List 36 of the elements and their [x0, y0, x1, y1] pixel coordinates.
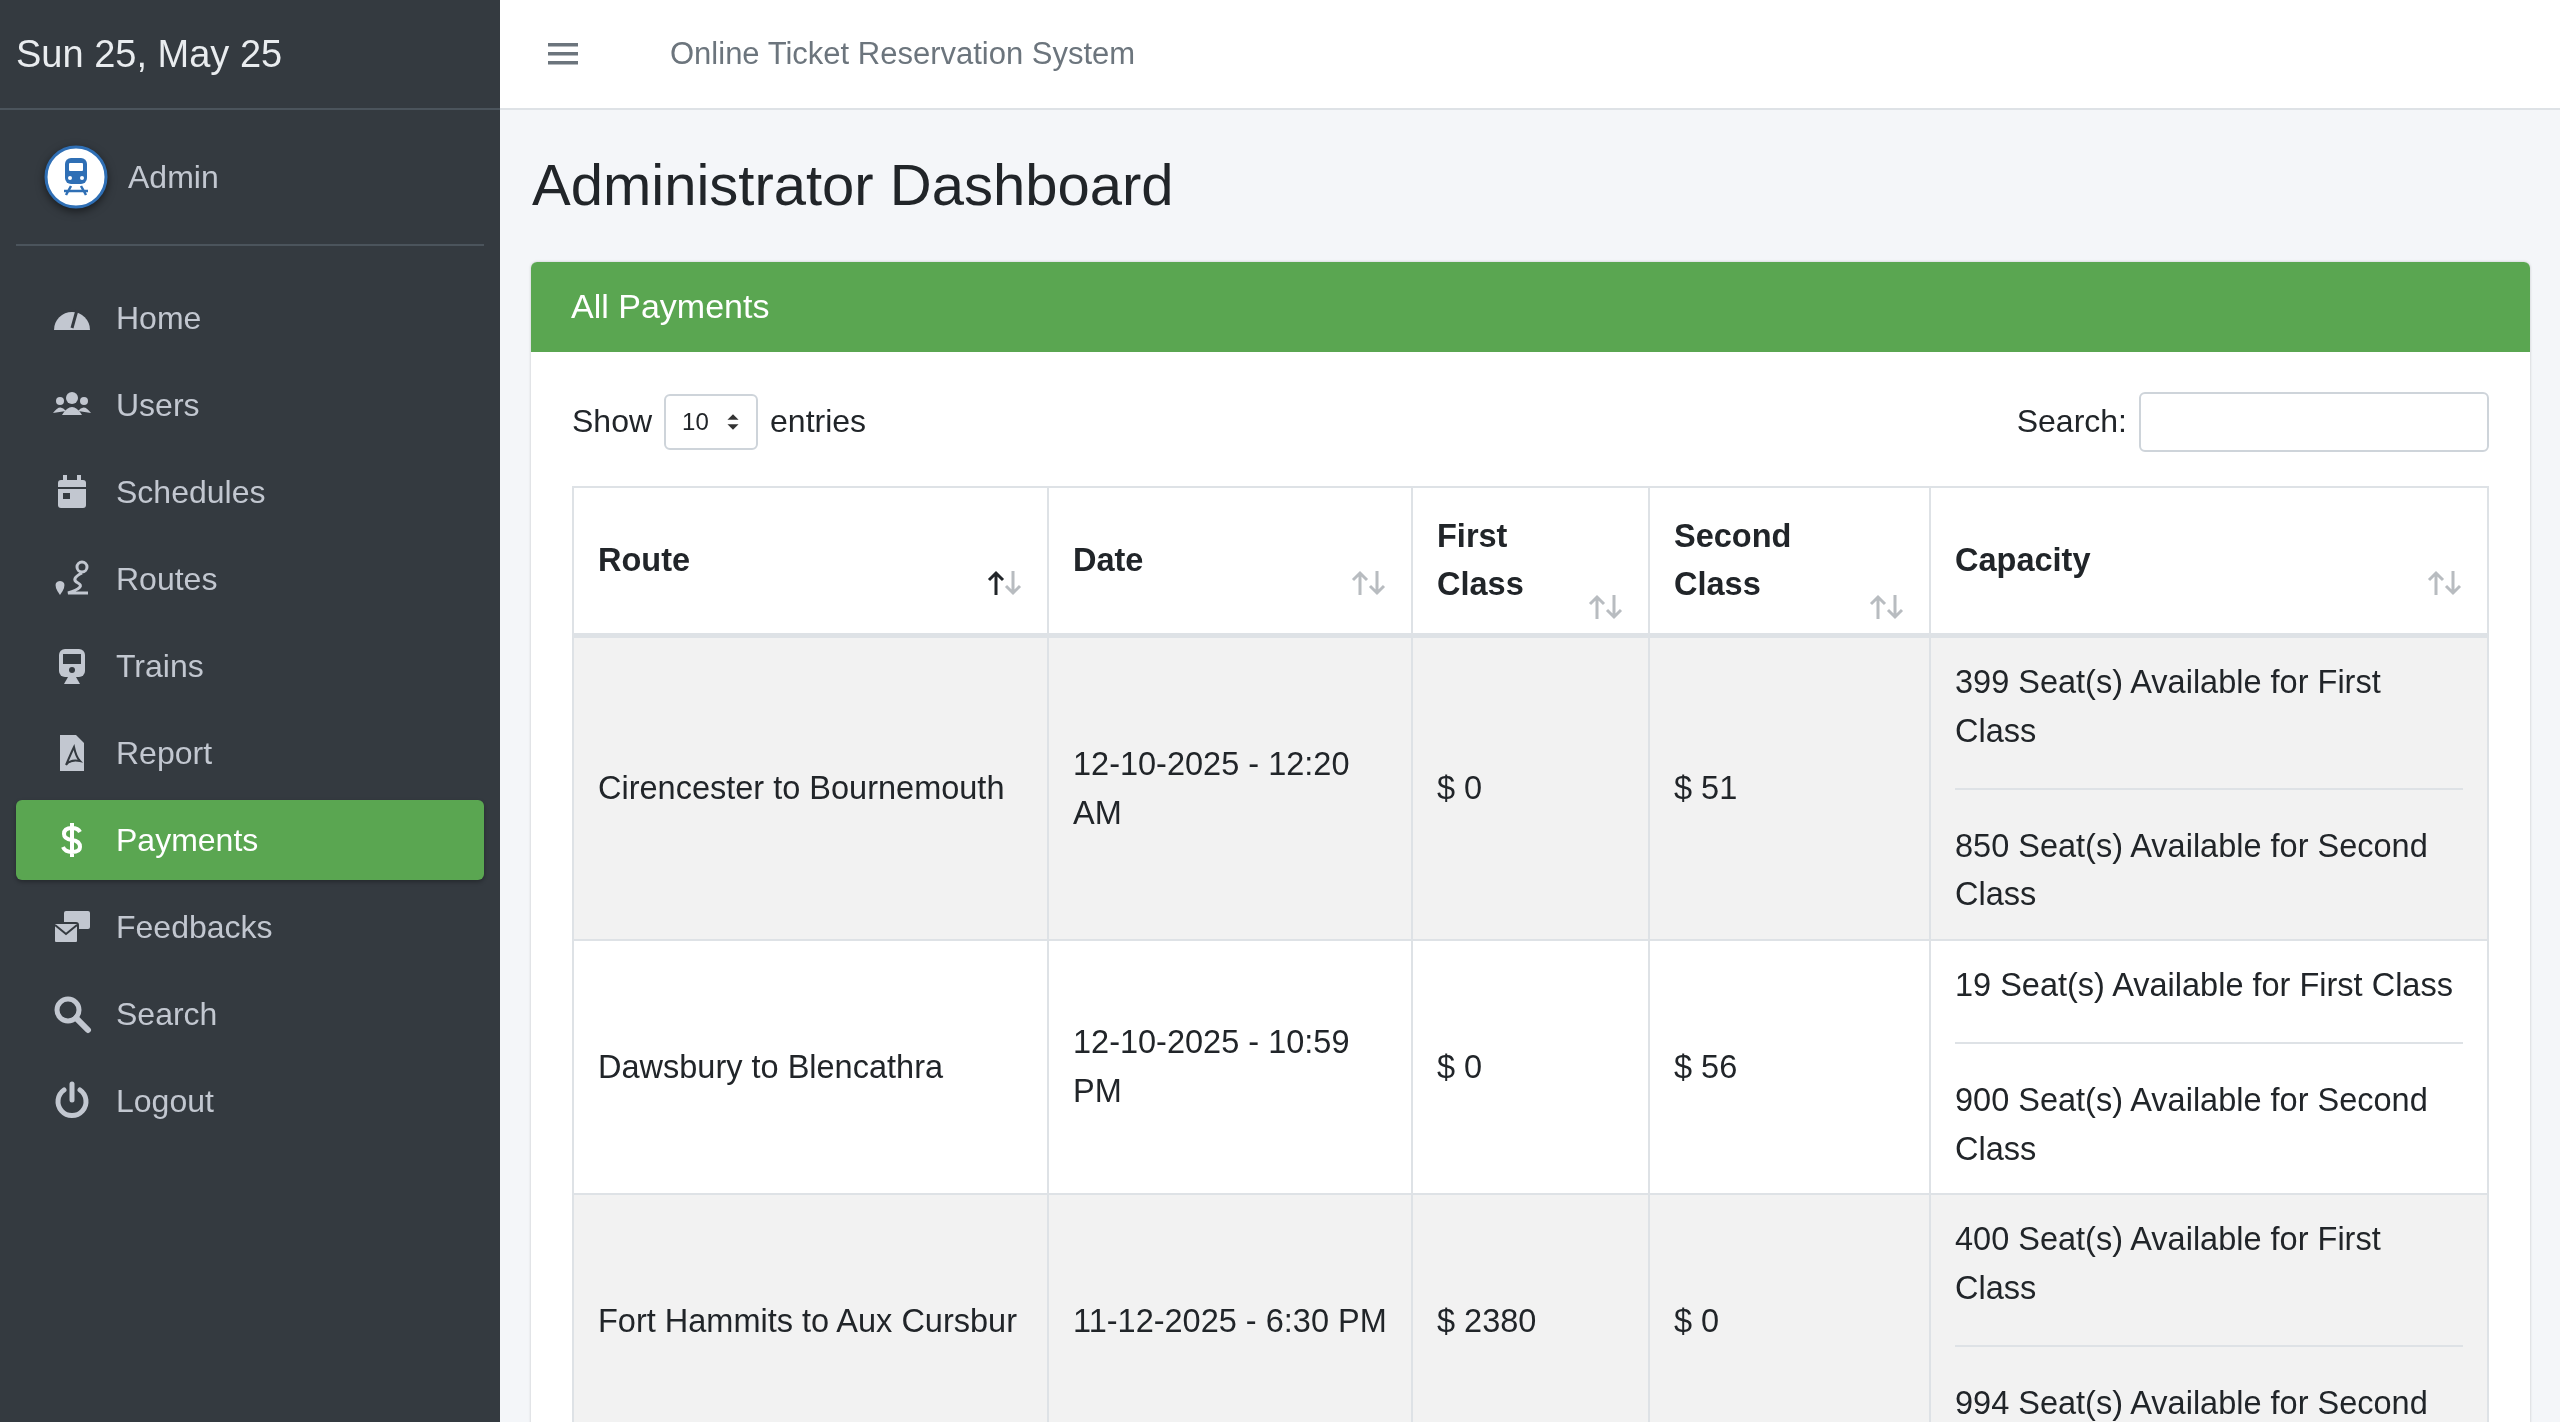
entries-select[interactable]: 10 — [664, 393, 759, 450]
user-name[interactable]: Admin — [128, 158, 219, 196]
menu-icon[interactable] — [548, 42, 578, 66]
table-cell: Cirencester to Bournemouth — [573, 635, 1048, 941]
nav-item[interactable]: Logout — [16, 1061, 484, 1141]
table-cell: Fort Hammits to Aux Cursbur — [573, 1194, 1048, 1422]
nav-item[interactable]: Report — [16, 713, 484, 793]
nav-item[interactable]: Users — [16, 365, 484, 445]
nav-item[interactable]: Search — [16, 974, 484, 1054]
capacity-text: 400 Seat(s) Available for First Class — [1955, 1220, 2382, 1309]
train-avatar-icon — [44, 145, 108, 209]
search-field[interactable] — [2139, 391, 2489, 452]
nav-item[interactable]: Trains — [16, 626, 484, 706]
nav-item[interactable]: Home — [16, 278, 484, 358]
table-cell: 12-10-2025 - 12:20 AM — [1048, 635, 1412, 941]
table-cell: $ 0 — [1649, 1194, 1930, 1422]
card-title: All Payments — [571, 287, 770, 327]
capacity-text: 399 Seat(s) Available for First Class — [1955, 663, 2382, 751]
entries-label: entries — [770, 403, 867, 441]
capacity-text: 19 Seat(s) Available for First Class — [1955, 966, 2454, 1006]
search-label: Search: — [2016, 403, 2127, 441]
table-cell: $ 51 — [1649, 635, 1930, 941]
capacity-text: 900 Seat(s) Available for Second Class — [1955, 1080, 2429, 1169]
capacity-text: 994 Seat(s) Available for Second — [1955, 1383, 2429, 1422]
nav-item[interactable]: Feedbacks — [16, 887, 484, 967]
table-cell: $ 2380 — [1412, 1194, 1649, 1422]
nav-item[interactable]: Routes — [16, 539, 484, 619]
app-title[interactable]: Online Ticket Reservation System — [670, 36, 1136, 72]
capacity-text: 850 Seat(s) Available for Second Class — [1955, 826, 2429, 915]
show-label: Show — [572, 403, 653, 441]
table-cell: $ 0 — [1412, 635, 1649, 941]
table-cell: 11-12-2025 - 6:30 PM — [1048, 1194, 1412, 1422]
sidebar-date: Sun 25, May 25 — [16, 32, 283, 76]
page-title: Administrator Dashboard — [532, 151, 1175, 219]
nav-item[interactable]: Schedules — [16, 452, 484, 532]
search-icon — [52, 994, 92, 1034]
